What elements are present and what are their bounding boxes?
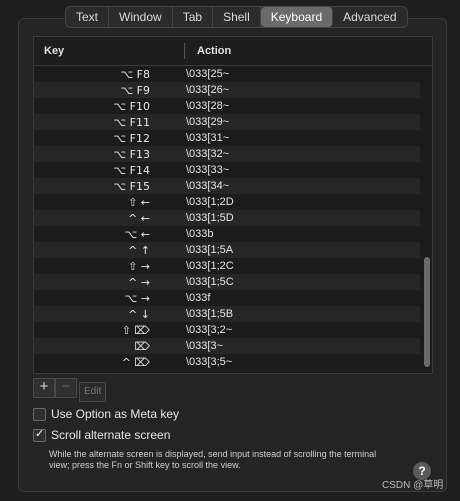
table-header: Key Action bbox=[34, 37, 432, 66]
key-cell: ^ ↓ bbox=[128, 307, 150, 321]
action-cell: \033[1;2C bbox=[186, 260, 234, 272]
table-scrollbar[interactable] bbox=[424, 69, 430, 369]
edit-button[interactable]: Edit bbox=[79, 382, 107, 402]
action-cell: \033[25~ bbox=[186, 68, 230, 80]
remove-button[interactable]: − bbox=[55, 378, 77, 398]
table-row[interactable]: ⌥ F15 \033[34~ bbox=[34, 178, 420, 194]
table-row[interactable]: ⌥ F8 \033[25~ bbox=[34, 66, 420, 82]
action-cell: \033[1;5C bbox=[186, 276, 234, 288]
table-row[interactable]: ⌥ ← \033b bbox=[34, 226, 420, 242]
key-cell: ⇧ → bbox=[128, 259, 150, 273]
action-cell: \033[26~ bbox=[186, 84, 230, 96]
meta-key-label: Use Option as Meta key bbox=[51, 407, 180, 421]
table-row[interactable]: ⌥ F9 \033[26~ bbox=[34, 82, 420, 98]
tab-advanced[interactable]: Advanced bbox=[333, 7, 406, 27]
table-row[interactable]: ⌥ F14 \033[33~ bbox=[34, 162, 420, 178]
tab-bar: Text Window Tab Shell Keyboard Advanced bbox=[65, 6, 408, 28]
meta-key-checkbox[interactable] bbox=[33, 407, 46, 421]
action-cell: \033[28~ bbox=[186, 100, 230, 112]
key-cell: ⇧ ⌦ bbox=[121, 323, 150, 337]
key-cell: ⌥ F14 bbox=[113, 163, 151, 177]
tab-tab[interactable]: Tab bbox=[173, 7, 214, 27]
action-cell: \033[29~ bbox=[186, 116, 230, 128]
table-row[interactable]: ^ → \033[1;5C bbox=[34, 274, 420, 290]
action-cell: \033b bbox=[186, 228, 214, 240]
table-row[interactable]: ⌥ F13 \033[32~ bbox=[34, 146, 420, 162]
scroll-alternate-label: Scroll alternate screen bbox=[51, 428, 171, 442]
table-row[interactable]: ⇧ ← \033[1;2D bbox=[34, 194, 420, 210]
tab-keyboard[interactable]: Keyboard bbox=[260, 7, 334, 27]
key-cell: ⌥ F12 bbox=[113, 131, 151, 145]
meta-key-option[interactable]: Use Option as Meta key bbox=[33, 407, 179, 421]
action-cell: \033[1;5D bbox=[186, 212, 234, 224]
key-mapping-table: Key Action ⌥ F8 \033[25~ ⌥ F9 \033[26~ ⌥ F10… bbox=[33, 36, 433, 374]
action-cell: \033[34~ bbox=[186, 180, 230, 192]
add-button[interactable]: + bbox=[33, 378, 55, 398]
action-cell: \033[33~ bbox=[186, 164, 230, 176]
key-cell: ^ ↑ bbox=[128, 243, 150, 257]
column-header-action[interactable]: Action bbox=[185, 45, 231, 57]
scrollbar-thumb[interactable] bbox=[424, 257, 430, 367]
key-cell: ⌥ F11 bbox=[113, 115, 151, 129]
table-row[interactable]: ⌥ F12 \033[31~ bbox=[34, 130, 420, 146]
table-row[interactable]: ⌥ F11 \033[29~ bbox=[34, 114, 420, 130]
tab-window[interactable]: Window bbox=[109, 7, 173, 27]
action-cell: \033[3~ bbox=[186, 340, 224, 352]
table-controls: + − Edit bbox=[33, 378, 107, 402]
key-cell: ⇧ ← bbox=[128, 195, 150, 209]
action-cell: \033[3;2~ bbox=[186, 324, 233, 336]
scroll-alternate-option[interactable]: Scroll alternate screen bbox=[33, 427, 171, 442]
action-cell: \033[1;5A bbox=[186, 244, 234, 256]
key-cell: ⌥ F13 bbox=[113, 147, 151, 161]
table-row[interactable]: ⌥ → \033f bbox=[34, 290, 420, 306]
key-cell: ⌥ F8 bbox=[120, 67, 151, 81]
key-cell: ⌥ F15 bbox=[113, 179, 151, 193]
table-body: ⌥ F8 \033[25~ ⌥ F9 \033[26~ ⌥ F10 \033[28~ ⌥ F… bbox=[34, 66, 420, 370]
table-row[interactable]: ^ ← \033[1;5D bbox=[34, 210, 420, 226]
key-cell: ⌥ F9 bbox=[120, 83, 151, 97]
table-row[interactable]: ^ ↑ \033[1;5A bbox=[34, 242, 420, 258]
action-cell: \033[32~ bbox=[186, 148, 230, 160]
scroll-alternate-checkbox[interactable] bbox=[33, 427, 46, 442]
scroll-alternate-description: While the alternate screen is displayed,… bbox=[49, 449, 377, 470]
key-cell: ⌥ → bbox=[124, 291, 150, 305]
table-row[interactable]: ⇧ → \033[1;2C bbox=[34, 258, 420, 274]
table-row[interactable]: ^ ↓ \033[1;5B bbox=[34, 306, 420, 322]
key-cell: ⌥ F10 bbox=[113, 99, 151, 113]
key-cell: ^ ⌦ bbox=[121, 355, 150, 369]
table-row[interactable]: ⇧ ⌦ \033[3;2~ bbox=[34, 322, 420, 338]
key-cell: ⌦ bbox=[134, 339, 150, 353]
action-cell: \033[3;5~ bbox=[186, 356, 233, 368]
action-cell: \033[1;5B bbox=[186, 308, 234, 320]
watermark: CSDN @草明 bbox=[382, 480, 444, 491]
key-cell: ^ ← bbox=[128, 211, 150, 225]
tab-shell[interactable]: Shell bbox=[213, 7, 261, 27]
table-row[interactable]: ^ ⌦ \033[3;5~ bbox=[34, 354, 420, 370]
key-cell: ⌥ ← bbox=[124, 227, 150, 241]
tab-text[interactable]: Text bbox=[66, 7, 110, 27]
key-cell: ^ → bbox=[128, 275, 150, 289]
table-row[interactable]: ⌥ F10 \033[28~ bbox=[34, 98, 420, 114]
action-cell: \033f bbox=[186, 292, 211, 304]
table-row[interactable]: ⌦ \033[3~ bbox=[34, 338, 420, 354]
action-cell: \033[1;2D bbox=[186, 196, 234, 208]
action-cell: \033[31~ bbox=[186, 132, 230, 144]
column-header-key[interactable]: Key bbox=[34, 45, 184, 57]
